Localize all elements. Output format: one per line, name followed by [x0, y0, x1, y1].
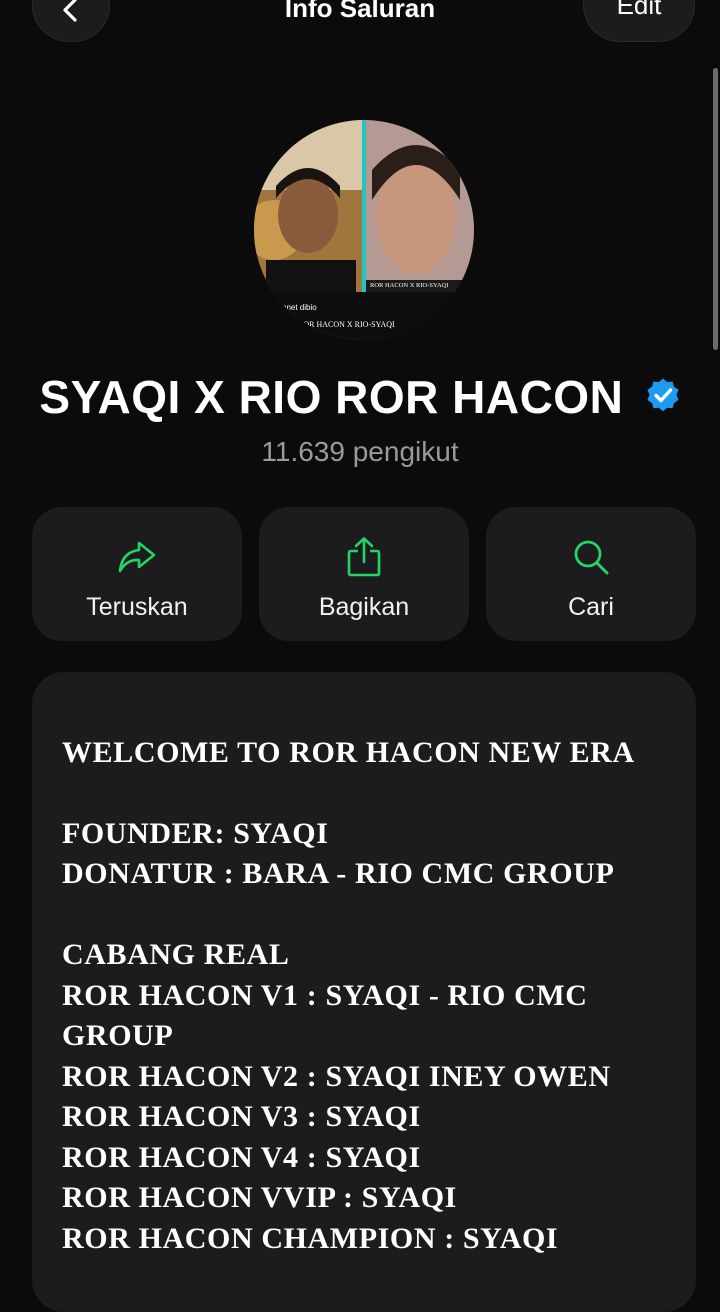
description-line: WELCOME TO ROR HACON NEW ERA [62, 735, 635, 769]
description-line: ROR HACON VVIP : SYAQI [62, 1181, 457, 1214]
edit-button[interactable]: Edit [583, 0, 695, 42]
share-label: Bagikan [318, 593, 410, 621]
avatar-caption-right: ROR HACON X RIO-SYAQI [370, 282, 449, 289]
channel-description: WELCOME TO ROR HACON NEW ERA​FOUNDER: SY… [32, 672, 696, 1312]
description-line: ROR HACON V1 : SYAQI - RIO CMC GROUP [62, 978, 596, 1053]
description-line: ROR HACON V3 : SYAQI [62, 1100, 421, 1133]
description-line: ​ [62, 895, 668, 936]
search-label: Cari [568, 593, 614, 621]
description-line: ROR HACON V4 : SYAQI [62, 1140, 421, 1174]
description-line: ​ [62, 773, 668, 814]
scrollbar[interactable] [713, 68, 718, 350]
avatar-caption-bottom: ROR HACON X RIO-SYAQI [298, 320, 395, 329]
channel-name-text: SYAQI X RIO ROR HACON [39, 370, 624, 423]
search-icon [574, 540, 609, 575]
top-bar: Info Saluran Edit [0, 0, 720, 60]
description-line: ROR HACON V2 : SYAQI INEY OWEN [62, 1059, 611, 1093]
share-icon [347, 537, 381, 577]
share-button[interactable]: Bagikan [259, 507, 469, 641]
description-line: DONATUR : BARA - RIO CMC GROUP [62, 857, 615, 890]
channel-name: SYAQI X RIO ROR HACON [0, 366, 720, 424]
description-text: WELCOME TO ROR HACON NEW ERA​FOUNDER: SY… [62, 692, 668, 1312]
description-line: FOUNDER: SYAQI [62, 816, 329, 850]
verified-badge-icon [645, 370, 681, 424]
description-line: CABANG REAL [62, 938, 290, 971]
forward-arrow-icon [118, 541, 156, 573]
action-row: Teruskan Bagikan Cari [32, 507, 696, 641]
forward-button[interactable]: Teruskan [32, 507, 242, 641]
search-button[interactable]: Cari [486, 507, 696, 641]
description-line: ROR HACON CHAMPION : SYAQI [62, 1221, 559, 1255]
forward-label: Teruskan [86, 593, 188, 621]
channel-avatar[interactable]: onet dibio ROR HACON X RIO-SYAQI ROR HAC… [254, 120, 474, 340]
followers-count: 11.639 pengikut [261, 436, 459, 467]
avatar-caption-left: onet dibio [282, 303, 317, 312]
